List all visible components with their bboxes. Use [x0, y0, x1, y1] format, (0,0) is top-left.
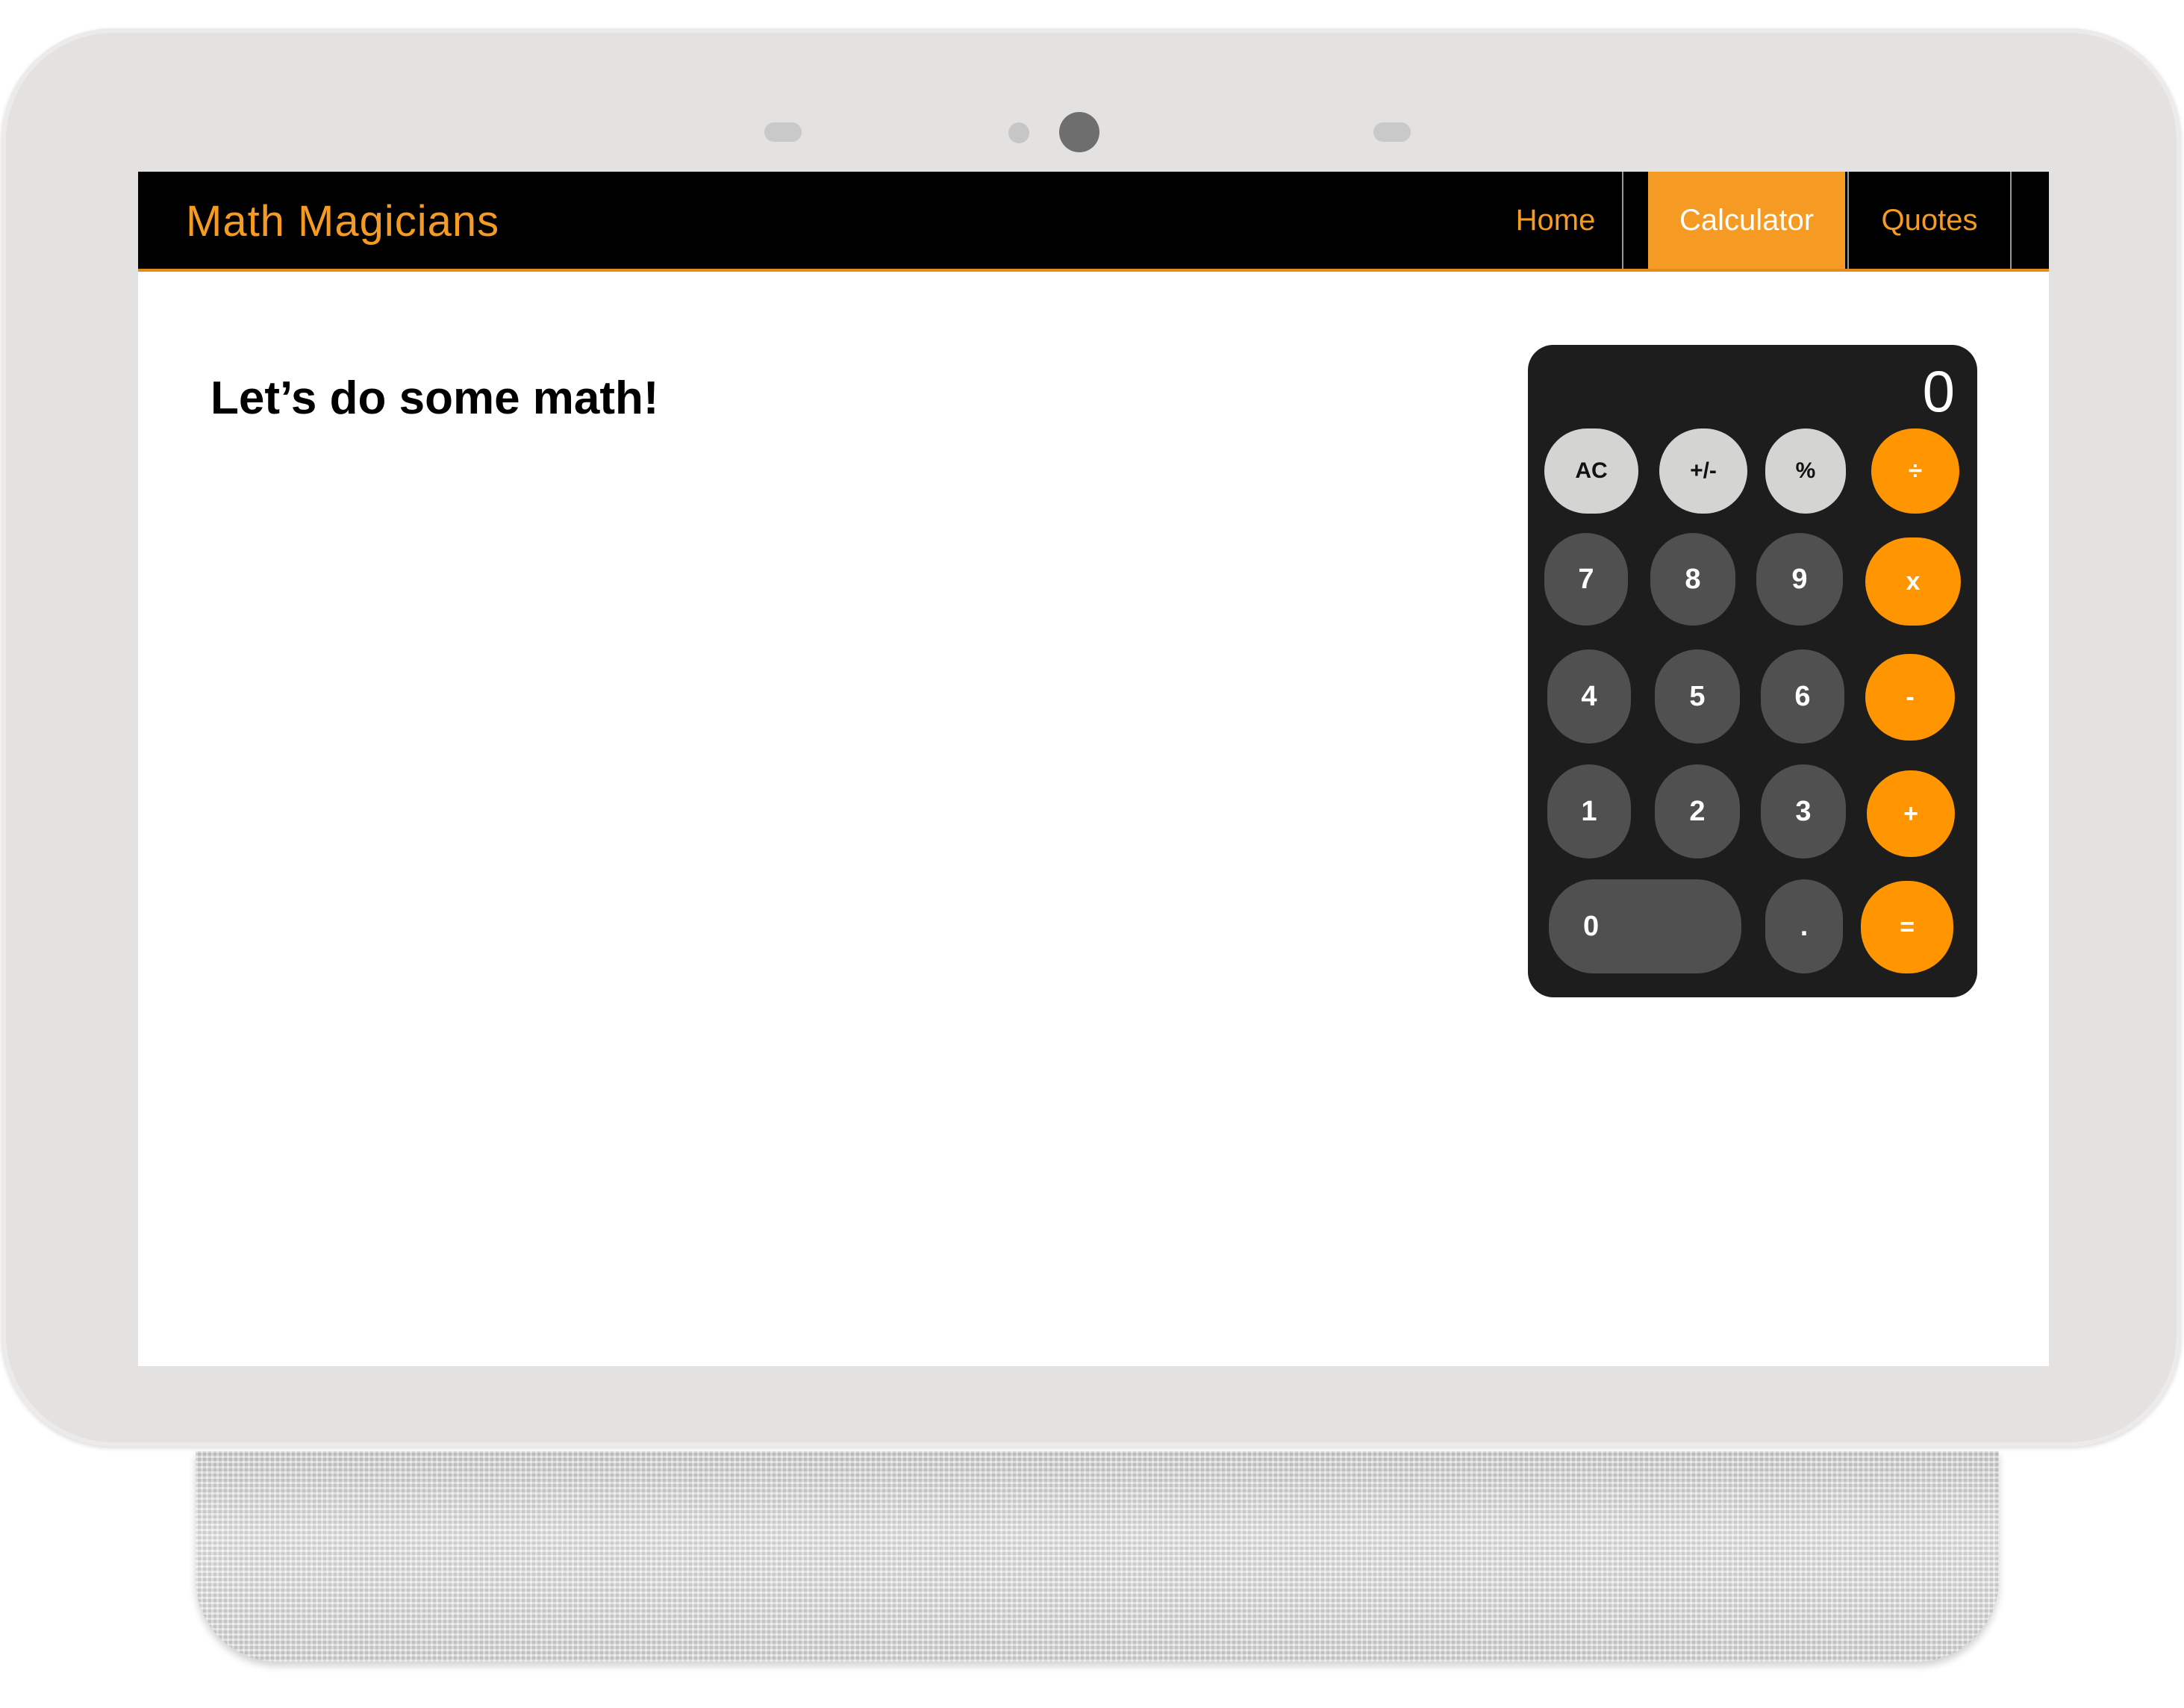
- nav-link-quotes[interactable]: Quotes: [1847, 172, 2012, 269]
- fabric-speaker-base: [196, 1451, 1999, 1662]
- sign-toggle-button[interactable]: +/-: [1659, 428, 1747, 514]
- equals-button[interactable]: =: [1861, 881, 1953, 973]
- subtract-button[interactable]: -: [1865, 654, 1955, 741]
- device-frame: Math Magicians Home Calculator Quotes Le…: [1, 28, 2181, 1447]
- page-heading: Let’s do some math!: [210, 373, 659, 424]
- nav-link-home[interactable]: Home: [1489, 172, 1623, 269]
- digit-4-button[interactable]: 4: [1547, 649, 1631, 744]
- multiply-button[interactable]: x: [1865, 537, 1961, 626]
- brand-logo[interactable]: Math Magicians: [186, 172, 499, 272]
- digit-0-button[interactable]: 0: [1549, 879, 1741, 973]
- digit-5-button[interactable]: 5: [1655, 649, 1740, 744]
- sensor-right: [1373, 122, 1411, 142]
- device-screen: Math Magicians Home Calculator Quotes Le…: [138, 172, 2049, 1366]
- camera-icon: [1059, 112, 1099, 152]
- digit-2-button[interactable]: 2: [1655, 764, 1740, 858]
- digit-6-button[interactable]: 6: [1761, 649, 1844, 744]
- navbar: Math Magicians Home Calculator Quotes: [138, 172, 2049, 272]
- calculator-display: 0: [1922, 358, 1955, 424]
- digit-7-button[interactable]: 7: [1544, 533, 1628, 626]
- digit-3-button[interactable]: 3: [1761, 764, 1846, 858]
- calculator: 0 AC +/- % ÷ 7 8 9 x 4 5 6 - 1 2 3 + 0 .…: [1528, 345, 1977, 997]
- ambient-light-sensor: [1008, 122, 1029, 143]
- nav-link-calculator[interactable]: Calculator: [1648, 172, 1845, 269]
- digit-8-button[interactable]: 8: [1650, 533, 1735, 626]
- percent-button[interactable]: %: [1765, 428, 1846, 514]
- digit-1-button[interactable]: 1: [1547, 764, 1631, 858]
- digit-9-button[interactable]: 9: [1756, 533, 1843, 626]
- add-button[interactable]: +: [1867, 770, 1955, 857]
- sensor-left: [764, 122, 802, 142]
- decimal-button[interactable]: .: [1765, 879, 1843, 973]
- divide-button[interactable]: ÷: [1871, 428, 1959, 514]
- clear-button[interactable]: AC: [1544, 428, 1638, 514]
